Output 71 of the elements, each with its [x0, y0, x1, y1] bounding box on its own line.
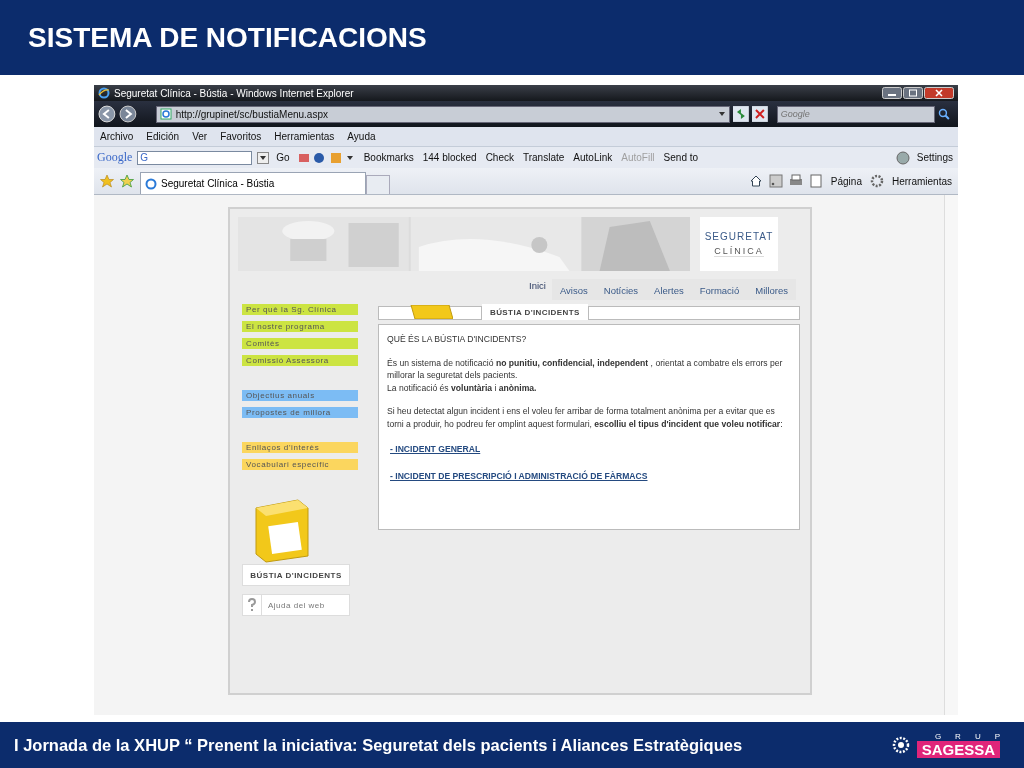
sidebar-link[interactable]: Comissió Assessora — [242, 355, 358, 366]
back-icon[interactable] — [98, 105, 116, 123]
sidebar-link[interactable]: El nostre programa — [242, 321, 358, 332]
sidebar-link[interactable]: Per què la Sg. Clínica — [242, 304, 358, 315]
mailbox-drawing — [409, 305, 453, 319]
seguretat-clinica-logo: SEGURETAT CLÍNICA — [700, 217, 778, 271]
sidebar-link[interactable]: Objectius anuals — [242, 390, 358, 401]
window-title: Seguretat Clínica - Bústia - Windows Internet Explorer — [114, 87, 354, 99]
search-icon[interactable] — [938, 108, 950, 120]
add-favorite-icon[interactable] — [120, 174, 134, 188]
favorites-star-icon[interactable] — [100, 174, 114, 188]
browser-tab[interactable]: Seguretat Clínica - Bústia — [140, 172, 366, 194]
incident-link[interactable]: - INCIDENT GENERAL — [390, 443, 481, 456]
print-icon[interactable] — [788, 174, 803, 188]
menu-item[interactable]: Ayuda — [347, 131, 376, 142]
menu-item[interactable]: Favoritos — [220, 131, 262, 142]
sidebar-link[interactable]: Propostes de millora — [242, 407, 358, 418]
nav-tab[interactable]: Millores — [747, 279, 796, 300]
ie-icon — [145, 177, 157, 190]
menu-item[interactable]: Herramientas — [274, 131, 335, 142]
minimize-icon[interactable] — [882, 87, 902, 99]
incident-link[interactable]: - INCIDENT DE PRESCRIPCIÓ I ADMINISTRACIÓ DE FÀRMACS — [390, 469, 648, 482]
ie-icon — [98, 87, 110, 99]
sidebar-link[interactable]: Comitès — [242, 338, 358, 349]
paragraph: És un sistema de notificació no punitiu, confidencial, independent , orientat a combatre els errors per millorar la seguretat dels pacients. — [387, 356, 784, 382]
command-button[interactable]: Herramientas — [889, 175, 954, 187]
logo-text: GRUP — [934, 732, 1014, 741]
dropdown-icon[interactable] — [257, 151, 270, 164]
footer-text: I Jornada de la XHUP “ Prenent la iniciativa: Seguretat dels pacients i Aliances Estratègiques — [14, 735, 743, 755]
toolbar-button[interactable]: Translate — [521, 152, 567, 163]
nav-tab[interactable]: Notícies — [595, 279, 647, 300]
mailbox-link[interactable]: BÚSTIA D'INCIDENTS — [242, 564, 350, 586]
close-icon[interactable] — [924, 87, 954, 99]
home-icon[interactable] — [748, 174, 763, 188]
nav-tab[interactable]: Alertes — [646, 279, 692, 300]
settings-button[interactable]: Settings — [914, 152, 955, 163]
sidebar-link[interactable]: Vocabulari específic — [242, 459, 358, 470]
content-heading: QUÈ ÉS LA BÚSTIA D'INCIDENTS? — [387, 333, 527, 346]
panel-tab[interactable]: BÚSTIA D'INCIDENTS — [482, 304, 588, 320]
sidebar-link[interactable]: Enllaços d'interès — [242, 442, 358, 453]
paragraph: La notificació és voluntària i anònima. — [387, 381, 537, 394]
command-button[interactable]: Página — [828, 175, 864, 187]
feed-icon[interactable] — [768, 174, 783, 188]
dropdown-icon[interactable] — [717, 110, 726, 118]
google-search-field[interactable]: G — [137, 150, 253, 165]
nav-tab[interactable]: Formació — [691, 279, 748, 300]
paragraph: Si heu detectat algun incident i ens el voleu fer arribar de forma totalment anònima per a evitar que es torni a produir, ho podreu fer omplint aquest formulari, escolliu el tipus d'incident que voleu notificar: — [387, 405, 784, 430]
refresh-icon[interactable] — [732, 106, 749, 122]
toolbar-button[interactable]: AutoLink — [571, 152, 615, 163]
help-link[interactable]: Ajuda del web — [242, 594, 350, 616]
menu-item[interactable]: Archivo — [100, 131, 134, 142]
toolbar-button[interactable]: Send to — [661, 152, 701, 163]
toolbar-button[interactable]: 144 blocked — [420, 152, 479, 163]
menu-item[interactable]: Ver — [192, 131, 208, 142]
menu-item[interactable]: Edición — [146, 131, 180, 142]
search-field[interactable]: Google — [776, 105, 936, 123]
address-field[interactable]: http://grupinet/sc/bustiaMenu.aspx — [155, 105, 730, 123]
slide-title: SISTEMA DE NOTIFICACIONS — [28, 21, 427, 54]
settings-icon[interactable] — [895, 150, 910, 165]
gear-icon[interactable] — [869, 174, 884, 188]
maximize-icon[interactable] — [903, 87, 923, 99]
page-icon — [159, 108, 172, 120]
toolbar-button[interactable]: Check — [483, 152, 516, 163]
stop-icon[interactable] — [751, 106, 768, 122]
toolbar-button[interactable]: Bookmarks — [361, 152, 416, 163]
forward-icon[interactable] — [118, 105, 137, 123]
mailbox-drawing — [252, 498, 312, 564]
nav-tab[interactable]: Avisos — [551, 279, 596, 300]
google-logo: Google — [97, 150, 133, 165]
go-button[interactable]: Go — [274, 152, 292, 163]
sagessa-logo: SAGESSA — [916, 741, 1000, 758]
